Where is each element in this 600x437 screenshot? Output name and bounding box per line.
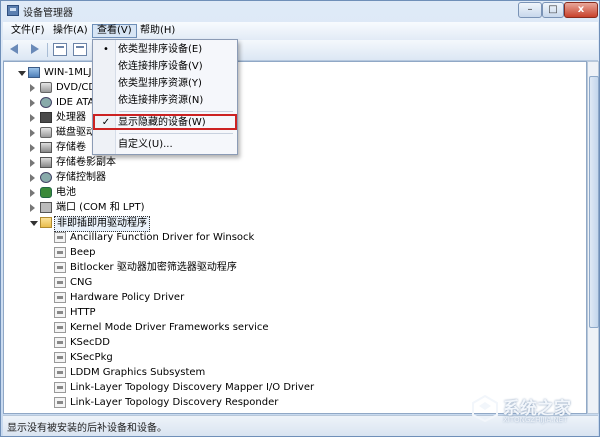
category-label: 电池 <box>56 187 76 198</box>
device-manager-icon <box>7 5 19 16</box>
menu-item-label: 自定义(U)... <box>118 139 173 150</box>
category-label: 存储卷影副本 <box>56 157 116 168</box>
menu-item-sort-devices-by-connection[interactable]: 依连接排序设备(V) <box>94 58 236 75</box>
tree-root-label: WIN-1MLJB <box>44 67 99 78</box>
minimize-button[interactable]: – <box>518 2 542 18</box>
menu-item-sort-resources-by-type[interactable]: 依类型排序资源(Y) <box>94 75 236 92</box>
device-tree: WIN-1MLJB DVD/CD IDE ATA 处理器 磁盘驱动 存储卷 存储… <box>3 61 587 414</box>
scan-icon[interactable] <box>73 43 87 56</box>
computer-icon <box>28 67 40 78</box>
watermark: 系统之家 XITONGZHIJIA.NET <box>471 386 599 436</box>
category-label: 非即插即用驱动程序 <box>54 216 150 232</box>
port-icon <box>40 202 52 213</box>
battery-icon <box>40 187 52 198</box>
storage-controller-icon <box>40 172 52 183</box>
driver-icon <box>54 292 66 303</box>
driver-label: Bitlocker 驱动器加密筛选器驱动程序 <box>70 262 237 273</box>
processor-icon <box>40 112 52 123</box>
driver-label: HTTP <box>70 307 96 318</box>
driver-label: Ancillary Function Driver for Winsock <box>70 232 255 243</box>
menu-item-label: 依连接排序资源(N) <box>118 95 204 106</box>
driver-folder-icon <box>40 217 52 228</box>
driver-icon <box>54 367 66 378</box>
disk-drive-icon <box>40 127 52 138</box>
forward-arrow-icon[interactable] <box>27 43 41 56</box>
driver-icon <box>54 277 66 288</box>
dvd-drive-icon <box>40 82 52 93</box>
driver-label: Hardware Policy Driver <box>70 292 185 303</box>
driver-icon <box>54 307 66 318</box>
driver-label: KSecPkg <box>70 352 113 363</box>
menu-item-label: 依类型排序设备(E) <box>118 44 203 55</box>
watermark-url: XITONGZHIJIA.NET <box>503 416 568 424</box>
driver-icon <box>54 337 66 348</box>
volume-icon <box>40 142 52 153</box>
category-label: 磁盘驱动 <box>56 127 96 138</box>
checkmark-icon: ✓ <box>101 117 111 128</box>
menu-item-sort-devices-by-type[interactable]: • 依类型排序设备(E) <box>94 41 236 58</box>
device-manager-window: 设备管理器 – □ x 文件(F) 操作(A) 查看(V) 帮助(H) WIN-… <box>0 0 600 437</box>
properties-icon[interactable] <box>53 43 67 56</box>
menu-action[interactable]: 操作(A) <box>49 24 92 38</box>
menu-item-sort-resources-by-connection[interactable]: 依连接排序资源(N) <box>94 92 236 109</box>
watermark-logo-icon <box>472 394 498 422</box>
driver-icon <box>54 397 66 408</box>
driver-icon <box>54 382 66 393</box>
title-bar: 设备管理器 – □ x <box>1 1 599 21</box>
menu-file[interactable]: 文件(F) <box>7 24 49 38</box>
driver-label: Link-Layer Topology Discovery Responder <box>70 397 279 408</box>
driver-label: Kernel Mode Driver Frameworks service <box>70 322 269 333</box>
driver-icon <box>54 232 66 243</box>
collapse-icon[interactable] <box>30 221 38 226</box>
driver-label: CNG <box>70 277 93 288</box>
driver-icon <box>54 262 66 273</box>
driver-label: Link-Layer Topology Discovery Mapper I/O… <box>70 382 315 393</box>
toolbar-separator <box>47 43 48 57</box>
radio-dot-icon: • <box>103 44 109 55</box>
menu-help[interactable]: 帮助(H) <box>136 24 179 38</box>
menu-item-label: 依连接排序设备(V) <box>118 61 203 72</box>
vertical-scrollbar[interactable] <box>587 61 599 414</box>
driver-label: KSecDD <box>70 337 110 348</box>
collapse-icon[interactable] <box>18 71 26 76</box>
menu-item-label: 显示隐藏的设备(W) <box>118 117 206 128</box>
menu-item-customize[interactable]: 自定义(U)... <box>94 136 236 153</box>
category-label: 处理器 <box>56 112 86 123</box>
close-button[interactable]: x <box>564 2 598 18</box>
menu-separator <box>119 133 233 134</box>
driver-icon <box>54 247 66 258</box>
category-label: IDE ATA <box>56 97 95 108</box>
menu-separator <box>119 111 233 112</box>
back-arrow-icon[interactable] <box>9 43 23 56</box>
category-label: DVD/CD <box>56 82 97 93</box>
scrollbar-thumb[interactable] <box>589 76 599 328</box>
menu-item-label: 依类型排序资源(Y) <box>118 78 202 89</box>
driver-label: Beep <box>70 247 96 258</box>
shadow-copy-icon <box>40 157 52 168</box>
menu-item-show-hidden-devices[interactable]: ✓ 显示隐藏的设备(W) <box>93 114 237 131</box>
category-label: 存储控制器 <box>56 172 106 183</box>
driver-label: LDDM Graphics Subsystem <box>70 367 206 378</box>
category-label: 存储卷 <box>56 142 86 153</box>
window-title: 设备管理器 <box>23 8 73 19</box>
view-menu-dropdown: • 依类型排序设备(E) 依连接排序设备(V) 依类型排序资源(Y) 依连接排序… <box>92 39 238 155</box>
menu-view[interactable]: 查看(V) <box>92 24 137 38</box>
driver-icon <box>54 352 66 363</box>
menu-bar: 文件(F) 操作(A) 查看(V) 帮助(H) <box>3 22 598 40</box>
status-text: 显示没有被安装的后补设备和设备。 <box>7 423 167 434</box>
driver-icon <box>54 322 66 333</box>
maximize-button[interactable]: □ <box>542 2 564 18</box>
ide-controller-icon <box>40 97 52 108</box>
category-label: 端口 (COM 和 LPT) <box>56 202 145 213</box>
